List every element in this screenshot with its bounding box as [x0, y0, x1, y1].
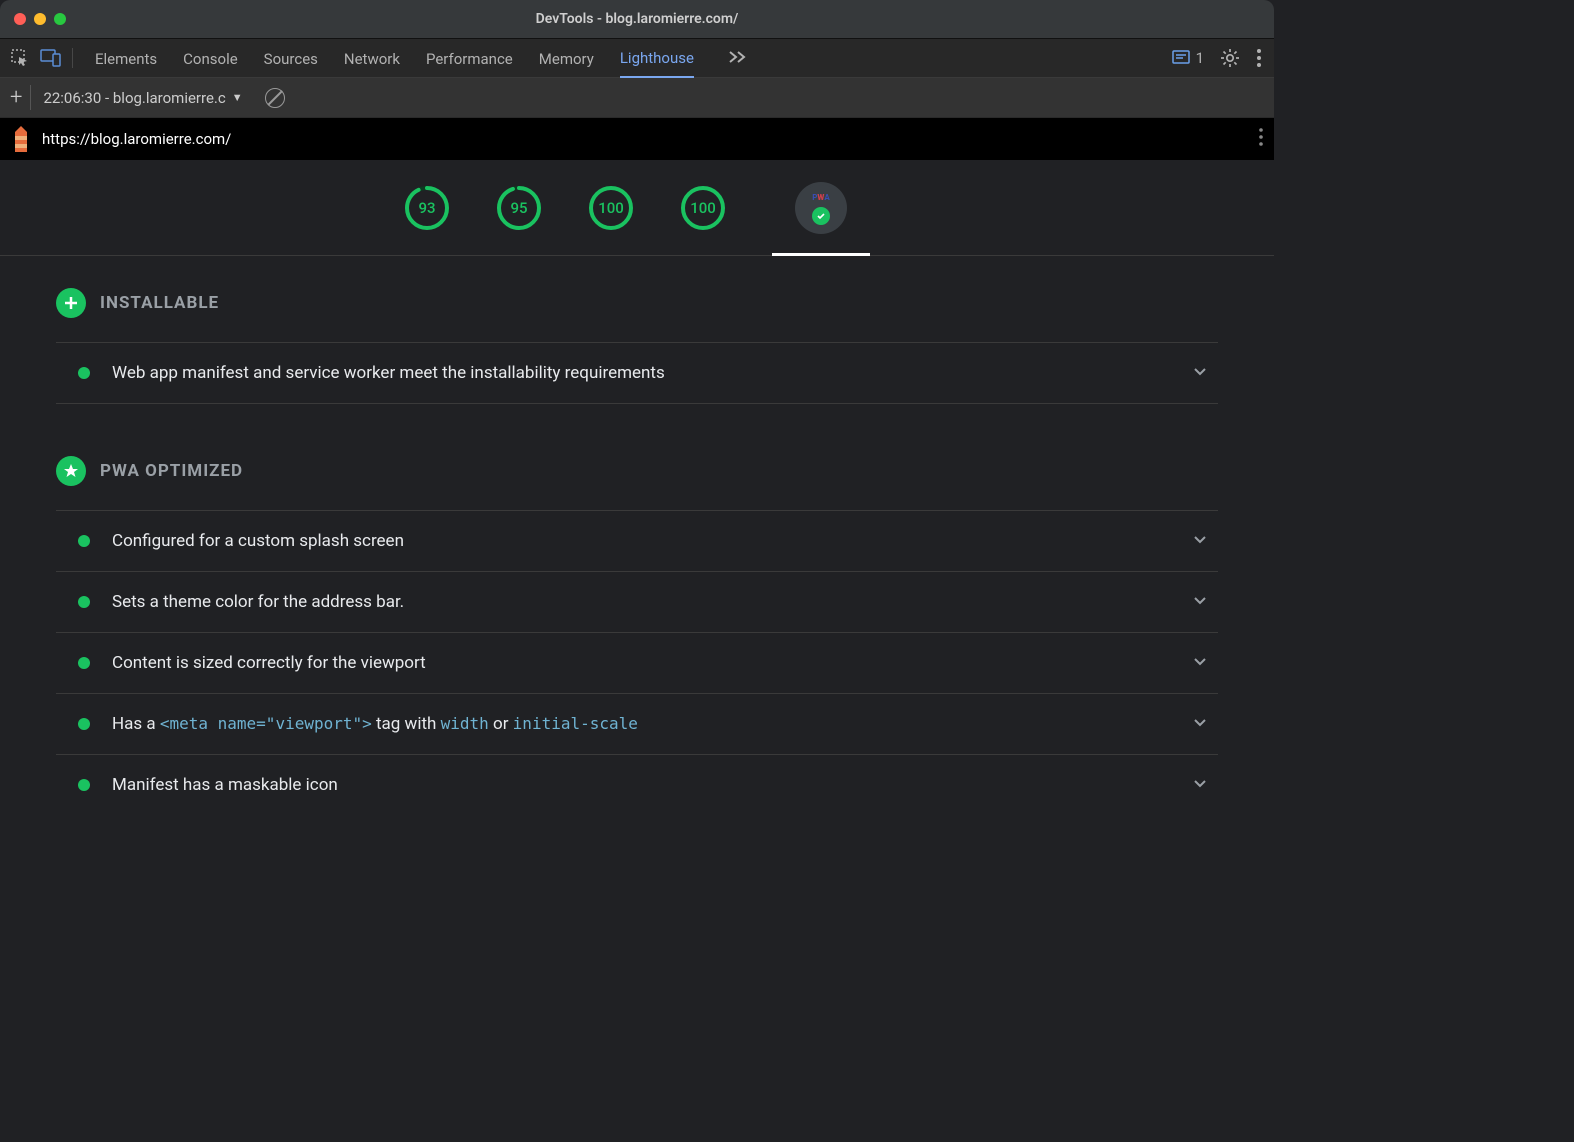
report-selector[interactable]: 22:06:30 - blog.laromierre.c ▼	[43, 89, 242, 107]
audit-list-installable: Web app manifest and service worker meet…	[56, 342, 1218, 404]
issues-count: 1	[1196, 49, 1204, 67]
close-window-button[interactable]	[14, 13, 26, 25]
more-menu-icon[interactable]	[1256, 48, 1262, 68]
pwa-category-tab[interactable]: PWA	[772, 161, 870, 256]
pass-dot-icon	[78, 596, 90, 608]
score-gauge-3[interactable]: 100	[680, 185, 726, 231]
score-gauge-0[interactable]: 93	[404, 185, 450, 231]
score-gauges: 93 95 100 100 PWA	[0, 160, 1274, 256]
tab-elements[interactable]: Elements	[95, 40, 157, 77]
audit-title: Content is sized correctly for the viewp…	[112, 653, 1170, 673]
zoom-window-button[interactable]	[54, 13, 66, 25]
section-header-installable: INSTALLABLE	[56, 276, 1218, 342]
window-title: DevTools - blog.laromierre.com/	[0, 11, 1274, 27]
section-header-pwa-optimized: PWA OPTIMIZED	[56, 444, 1218, 510]
pwa-badge-icon: PWA	[798, 185, 844, 231]
chevron-down-icon	[1192, 592, 1208, 612]
check-icon	[812, 207, 830, 225]
plus-badge-icon	[56, 288, 86, 318]
clear-report-icon[interactable]	[265, 88, 285, 108]
inspect-element-icon[interactable]	[10, 48, 30, 68]
report-url: https://blog.laromierre.com/	[42, 130, 231, 148]
pass-dot-icon	[78, 367, 90, 379]
tabs-overflow-icon[interactable]	[720, 48, 756, 69]
device-toolbar-icon[interactable]	[40, 49, 62, 67]
lighthouse-logo-icon	[10, 126, 32, 152]
issues-indicator[interactable]: 1	[1172, 49, 1204, 67]
audit-row[interactable]: Manifest has a maskable icon	[56, 755, 1218, 815]
chevron-down-icon	[1192, 531, 1208, 551]
window-titlebar: DevTools - blog.laromierre.com/	[0, 0, 1274, 38]
report-url-bar: https://blog.laromierre.com/	[0, 118, 1274, 160]
audit-title: Manifest has a maskable icon	[112, 775, 1170, 795]
tab-network[interactable]: Network	[344, 40, 400, 77]
settings-icon[interactable]	[1220, 48, 1240, 68]
pass-dot-icon	[78, 779, 90, 791]
devtools-tabs: Elements Console Sources Network Perform…	[73, 39, 1172, 78]
minimize-window-button[interactable]	[34, 13, 46, 25]
score-gauge-2[interactable]: 100	[588, 185, 634, 231]
pass-dot-icon	[78, 718, 90, 730]
tab-memory[interactable]: Memory	[539, 40, 594, 77]
new-report-button[interactable]: +	[10, 85, 31, 110]
chevron-down-icon	[1192, 653, 1208, 673]
traffic-lights	[0, 13, 66, 25]
pass-dot-icon	[78, 657, 90, 669]
pass-dot-icon	[78, 535, 90, 547]
audit-title: Has a <meta name="viewport"> tag with wi…	[112, 714, 1170, 734]
audit-row[interactable]: Configured for a custom splash screen	[56, 511, 1218, 572]
tab-performance[interactable]: Performance	[426, 40, 513, 77]
section-title: INSTALLABLE	[100, 293, 219, 313]
audit-row[interactable]: Has a <meta name="viewport"> tag with wi…	[56, 694, 1218, 755]
tab-sources[interactable]: Sources	[264, 40, 318, 77]
score-gauge-1[interactable]: 95	[496, 185, 542, 231]
audit-row[interactable]: Web app manifest and service worker meet…	[56, 343, 1218, 404]
report-body: INSTALLABLE Web app manifest and service…	[0, 256, 1274, 815]
chevron-down-icon	[1192, 363, 1208, 383]
audit-title: Web app manifest and service worker meet…	[112, 363, 1170, 383]
audit-row[interactable]: Sets a theme color for the address bar.	[56, 572, 1218, 633]
section-title: PWA OPTIMIZED	[100, 461, 243, 481]
audit-title: Sets a theme color for the address bar.	[112, 592, 1170, 612]
report-selector-label: 22:06:30 - blog.laromierre.c	[43, 89, 225, 107]
audit-list-pwa-optimized: Configured for a custom splash screen Se…	[56, 510, 1218, 815]
report-more-menu-icon[interactable]	[1258, 127, 1264, 152]
tab-console[interactable]: Console	[183, 40, 238, 77]
star-badge-icon	[56, 456, 86, 486]
devtools-tabbar: Elements Console Sources Network Perform…	[0, 38, 1274, 78]
chevron-down-icon	[1192, 714, 1208, 734]
tab-lighthouse[interactable]: Lighthouse	[620, 39, 694, 78]
audit-title: Configured for a custom splash screen	[112, 531, 1170, 551]
chevron-down-icon: ▼	[232, 91, 243, 104]
chevron-down-icon	[1192, 775, 1208, 795]
audit-row[interactable]: Content is sized correctly for the viewp…	[56, 633, 1218, 694]
lighthouse-toolbar: + 22:06:30 - blog.laromierre.c ▼	[0, 78, 1274, 118]
